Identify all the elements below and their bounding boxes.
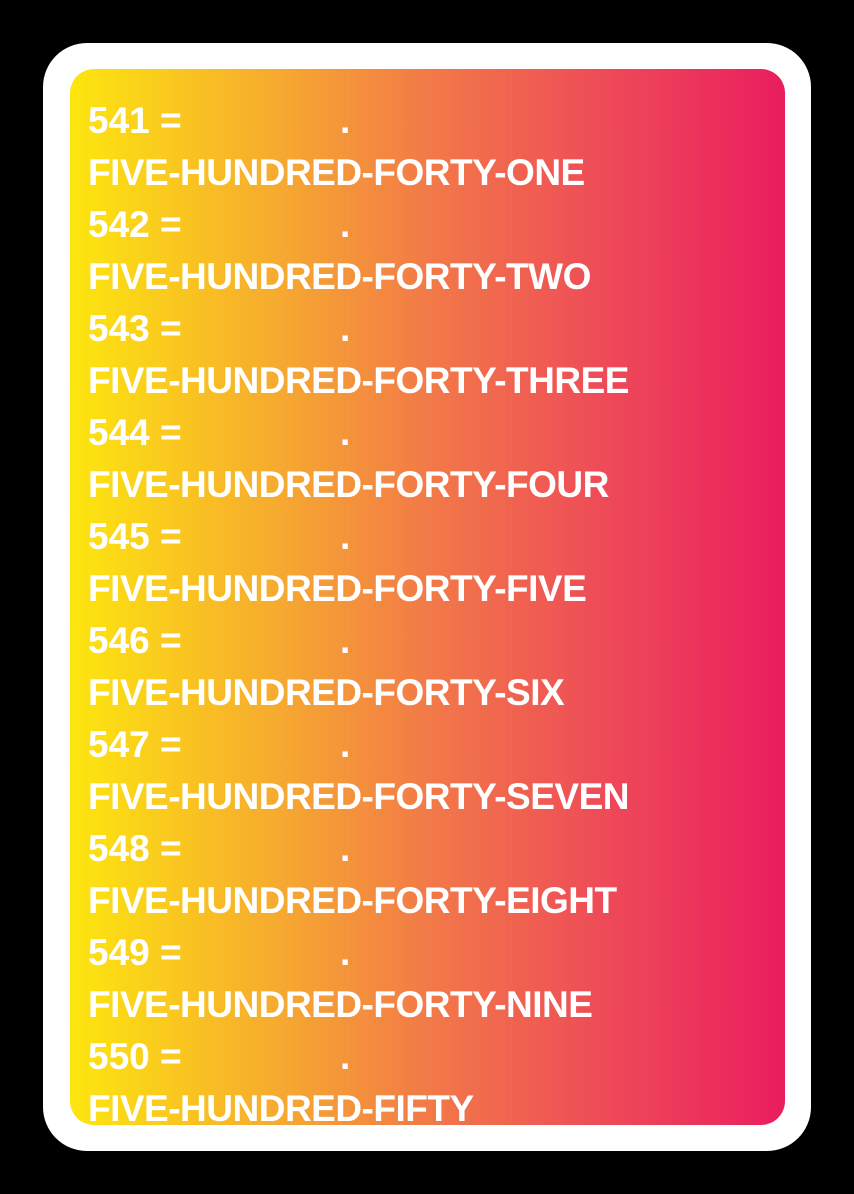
equation-line: 544 =. (88, 407, 785, 459)
number-words: FIVE-HUNDRED-FORTY-NINE (88, 984, 593, 1025)
number-words: FIVE-HUNDRED-FORTY-ONE (88, 152, 585, 193)
equation-line: 550 =. (88, 1031, 785, 1083)
number-entry: 542 =. FIVE-HUNDRED-FORTY-TWO (88, 199, 785, 303)
number-entry: 544 =. FIVE-HUNDRED-FORTY-FOUR (88, 407, 785, 511)
blank-dot: . (340, 516, 351, 557)
number-words: FIVE-HUNDRED-FORTY-THREE (88, 360, 629, 401)
equation-line: 549 =. (88, 927, 785, 979)
number-equation: 546 = (88, 620, 182, 661)
number-word-list: 541 =. FIVE-HUNDRED-FORTY-ONE 542 =. FIVE-H… (88, 95, 785, 1125)
gradient-panel: 541 =. FIVE-HUNDRED-FORTY-ONE 542 =. FIVE-H… (70, 69, 785, 1125)
number-entry: 550 =. FIVE-HUNDRED-FIFTY (88, 1031, 785, 1125)
equation-line: 548 =. (88, 823, 785, 875)
number-entry: 546 =. FIVE-HUNDRED-FORTY-SIX (88, 615, 785, 719)
number-words: FIVE-HUNDRED-FIFTY (88, 1088, 474, 1125)
blank-dot: . (340, 308, 351, 349)
number-words: FIVE-HUNDRED-FORTY-TWO (88, 256, 591, 297)
blank-dot: . (340, 828, 351, 869)
number-equation: 549 = (88, 932, 182, 973)
number-equation: 542 = (88, 204, 182, 245)
blank-dot: . (340, 204, 351, 245)
number-equation: 541 = (88, 100, 182, 141)
equation-line: 542 =. (88, 199, 785, 251)
number-equation: 550 = (88, 1036, 182, 1077)
number-entry: 543 =. FIVE-HUNDRED-FORTY-THREE (88, 303, 785, 407)
equation-line: 545 =. (88, 511, 785, 563)
number-equation: 543 = (88, 308, 182, 349)
number-words: FIVE-HUNDRED-FORTY-SEVEN (88, 776, 629, 817)
blank-dot: . (340, 724, 351, 765)
number-equation: 548 = (88, 828, 182, 869)
number-words: FIVE-HUNDRED-FORTY-EIGHT (88, 880, 617, 921)
number-words: FIVE-HUNDRED-FORTY-FOUR (88, 464, 609, 505)
number-entry: 541 =. FIVE-HUNDRED-FORTY-ONE (88, 95, 785, 199)
number-equation: 547 = (88, 724, 182, 765)
blank-dot: . (340, 932, 351, 973)
number-equation: 544 = (88, 412, 182, 453)
number-words: FIVE-HUNDRED-FORTY-SIX (88, 672, 565, 713)
blank-dot: . (340, 1036, 351, 1077)
blank-dot: . (340, 100, 351, 141)
blank-dot: . (340, 620, 351, 661)
number-words: FIVE-HUNDRED-FORTY-FIVE (88, 568, 587, 609)
number-entry: 547 =. FIVE-HUNDRED-FORTY-SEVEN (88, 719, 785, 823)
number-entry: 549 =. FIVE-HUNDRED-FORTY-NINE (88, 927, 785, 1031)
number-entry: 545 =. FIVE-HUNDRED-FORTY-FIVE (88, 511, 785, 615)
equation-line: 541 =. (88, 95, 785, 147)
blank-dot: . (340, 412, 351, 453)
equation-line: 547 =. (88, 719, 785, 771)
number-entry: 548 =. FIVE-HUNDRED-FORTY-EIGHT (88, 823, 785, 927)
equation-line: 546 =. (88, 615, 785, 667)
number-equation: 545 = (88, 516, 182, 557)
equation-line: 543 =. (88, 303, 785, 355)
